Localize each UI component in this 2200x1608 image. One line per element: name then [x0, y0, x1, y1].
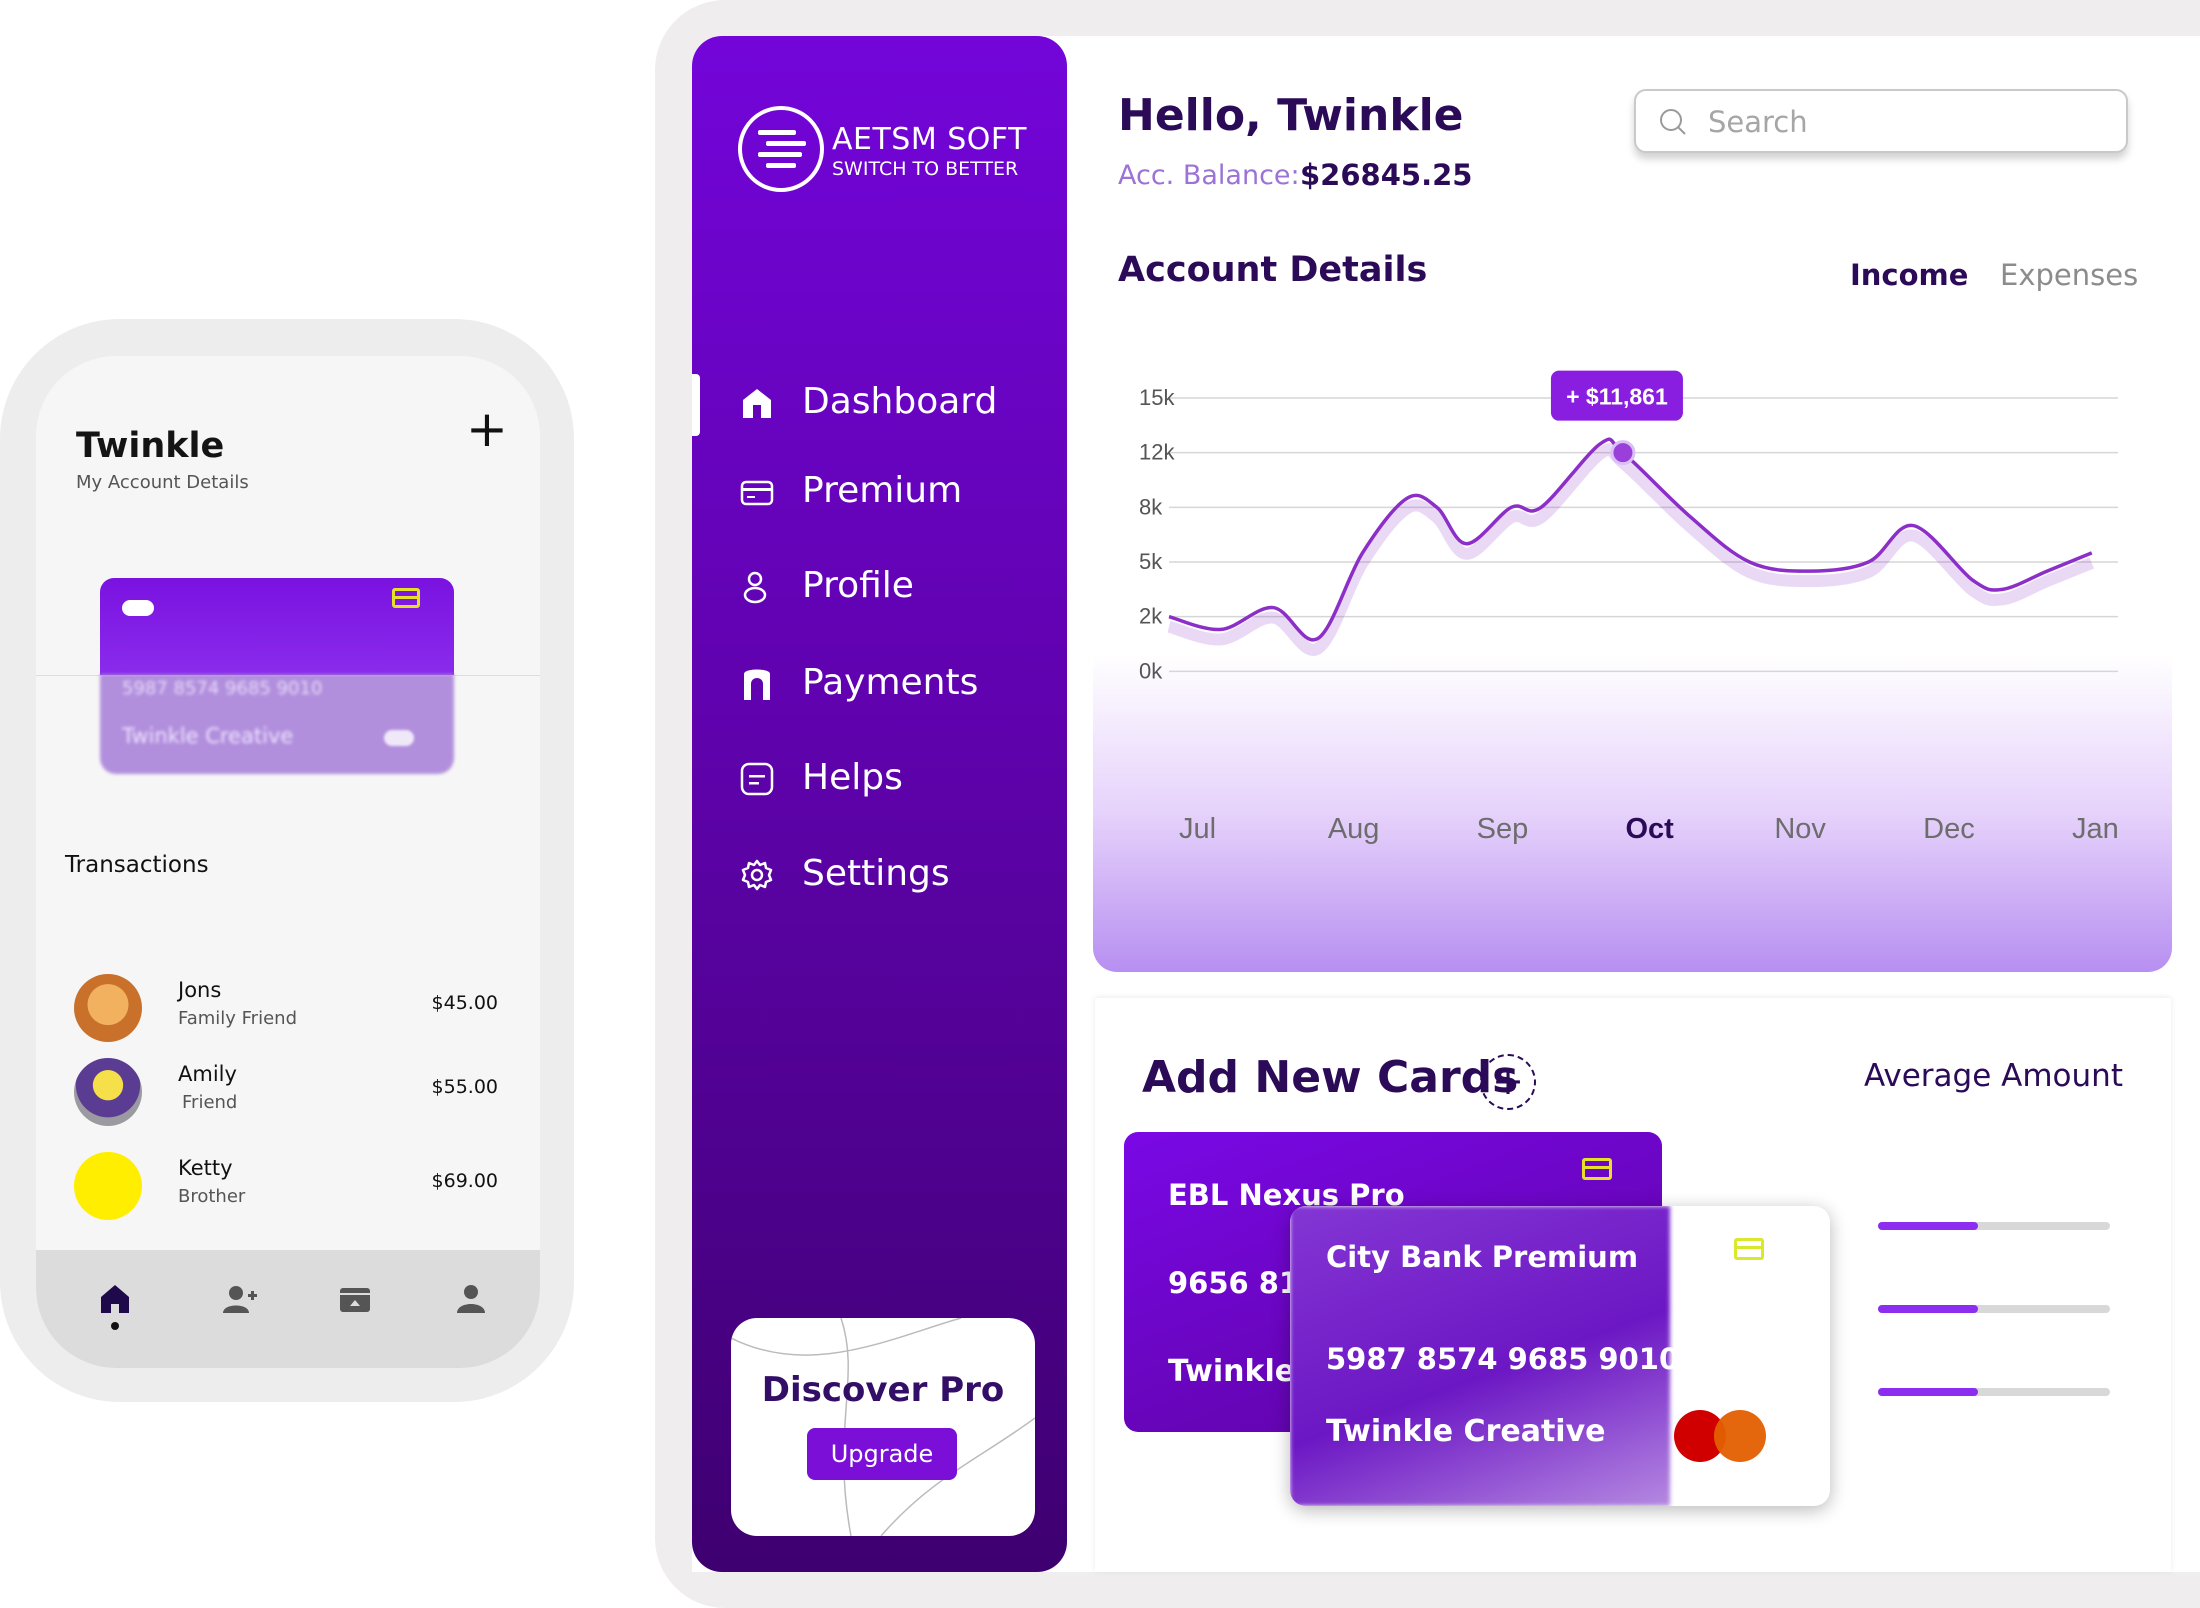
search-icon — [1660, 109, 1686, 135]
logo-tagline: SWITCH TO BETTER — [832, 158, 1019, 180]
card-toggle-icon — [122, 600, 154, 616]
transaction-amount: $55.00 — [431, 1076, 498, 1098]
y-tick-label: 12k — [1139, 440, 1175, 465]
x-tick-label: Dec — [1923, 813, 1975, 845]
y-tick-label: 2k — [1139, 604, 1163, 629]
tooltip-label: + $11,861 — [1566, 384, 1668, 410]
transaction-name: Jons — [178, 978, 222, 1002]
y-tick-label: 15k — [1139, 385, 1175, 410]
card-chip-icon — [392, 588, 420, 608]
card-brand-icon — [384, 730, 414, 746]
home-icon — [743, 389, 771, 418]
sidebar-item-profile[interactable]: Profile — [740, 557, 1040, 617]
sidebar-item-helps[interactable]: Helps — [740, 749, 1040, 809]
home-icon[interactable] — [96, 1280, 134, 1318]
phone-title: Twinkle — [76, 426, 225, 466]
avatar — [74, 974, 142, 1042]
person-icon — [743, 571, 767, 604]
y-tick-label: 5k — [1139, 549, 1163, 574]
balance-label: Acc. Balance: — [1118, 160, 1300, 191]
transaction-amount: $69.00 — [431, 1170, 498, 1192]
discover-pro-title: Discover Pro — [761, 1370, 1005, 1410]
add-user-icon[interactable] — [220, 1280, 258, 1318]
x-tick-label: Oct — [1626, 813, 1675, 845]
discover-pro-card: Discover Pro Upgrade — [731, 1318, 1035, 1536]
sidebar-item-label: Dashboard — [802, 381, 998, 422]
phone-bottom-nav — [36, 1250, 540, 1368]
transaction-row[interactable]: Jons Family Friend $45.00 — [36, 974, 540, 1054]
card-bank-name: City Bank Premium — [1326, 1240, 1639, 1274]
active-dot — [111, 1322, 119, 1330]
phone-subtitle: My Account Details — [76, 472, 249, 493]
average-progress — [1878, 1305, 2110, 1313]
gear-icon — [741, 859, 773, 891]
average-amount-title: Average Amount — [1864, 1058, 2123, 1094]
decorative-lines — [731, 1318, 1035, 1536]
help-icon — [740, 762, 774, 796]
phone-card-number: 5987 8574 9685 9010 — [122, 678, 323, 699]
transaction-relation: Friend — [182, 1092, 238, 1113]
x-tick-label: Nov — [1774, 813, 1826, 845]
tab-expenses[interactable]: Expenses — [2000, 258, 2138, 292]
transaction-name: Amily — [178, 1062, 237, 1086]
x-tick-label: Aug — [1328, 813, 1380, 845]
active-indicator — [692, 374, 700, 436]
greeting: Hello, Twinkle — [1118, 90, 1464, 141]
card-chip-icon — [1734, 1238, 1764, 1260]
sidebar-item-label: Helps — [802, 757, 903, 798]
highlight-point — [1610, 440, 1636, 466]
average-progress-fill — [1878, 1305, 1978, 1313]
credit-card-icon — [740, 480, 774, 506]
avatar — [74, 1058, 142, 1126]
upgrade-button[interactable]: Upgrade — [807, 1428, 957, 1480]
payments-icon — [744, 669, 770, 700]
x-tick-label: Jul — [1179, 813, 1216, 845]
sidebar-item-label: Profile — [802, 565, 914, 606]
transaction-row[interactable]: Ketty Brother $69.00 — [36, 1152, 540, 1232]
add-cards-title: Add New Cards — [1142, 1052, 1519, 1103]
average-progress-fill — [1878, 1388, 1978, 1396]
mastercard-icon-overlap — [1714, 1410, 1766, 1462]
avatar — [74, 1152, 142, 1220]
search-input[interactable]: Search — [1634, 89, 2128, 153]
transaction-relation: Family Friend — [178, 1008, 297, 1029]
tab-income[interactable]: Income — [1850, 258, 1968, 292]
store-icon[interactable] — [336, 1280, 374, 1318]
x-tick-label: Jan — [2072, 813, 2119, 845]
sidebar-item-premium[interactable]: Premium — [740, 462, 1040, 522]
sidebar-item-label: Premium — [802, 470, 963, 511]
card-number: 5987 8574 9685 9010 — [1326, 1342, 1680, 1376]
logo-name: AETSM SOFT — [832, 122, 1027, 157]
sidebar-item-label: Payments — [802, 662, 979, 703]
phone-screen: Twinkle My Account Details + 5987 8574 9… — [36, 356, 540, 1368]
account-details-title: Account Details — [1118, 250, 1428, 290]
sidebar-item-label: Settings — [802, 853, 950, 894]
sidebar-item-payments[interactable]: Payments — [740, 654, 1040, 714]
y-tick-label: 8k — [1139, 494, 1163, 519]
card-holder: Twinkle — [1168, 1354, 1296, 1389]
transaction-relation: Brother — [178, 1186, 246, 1207]
transaction-amount: $45.00 — [431, 992, 498, 1014]
balance-value: $26845.25 — [1300, 158, 1473, 192]
card-chip-icon — [1582, 1158, 1612, 1180]
search-placeholder: Search — [1708, 105, 1808, 139]
sidebar-item-settings[interactable]: Settings — [740, 845, 1040, 905]
transaction-name: Ketty — [178, 1156, 233, 1180]
logo-mark — [758, 128, 806, 172]
plus-icon[interactable]: + — [466, 404, 508, 454]
y-tick-label: 0k — [1139, 658, 1163, 683]
series-line-shadow — [1167, 443, 2095, 656]
average-progress-fill — [1878, 1222, 1978, 1230]
card-holder: Twinkle Creative — [1326, 1414, 1606, 1449]
user-icon[interactable] — [452, 1280, 490, 1318]
transactions-title: Transactions — [65, 852, 209, 878]
average-progress — [1878, 1388, 2110, 1396]
phone-card-holder: Twinkle Creative — [122, 724, 294, 748]
average-progress — [1878, 1222, 2110, 1230]
transaction-row[interactable]: Amily Friend $55.00 — [36, 1058, 540, 1138]
add-card-button[interactable]: + — [1480, 1054, 1536, 1110]
income-chart: 15k 12k 8k 5k 2k 0k Jul Aug Sep Oct Nov Dec Jan + $11… — [1139, 370, 2119, 845]
x-tick-label: Sep — [1477, 813, 1529, 845]
sidebar-item-dashboard[interactable]: Dashboard — [740, 373, 1040, 433]
